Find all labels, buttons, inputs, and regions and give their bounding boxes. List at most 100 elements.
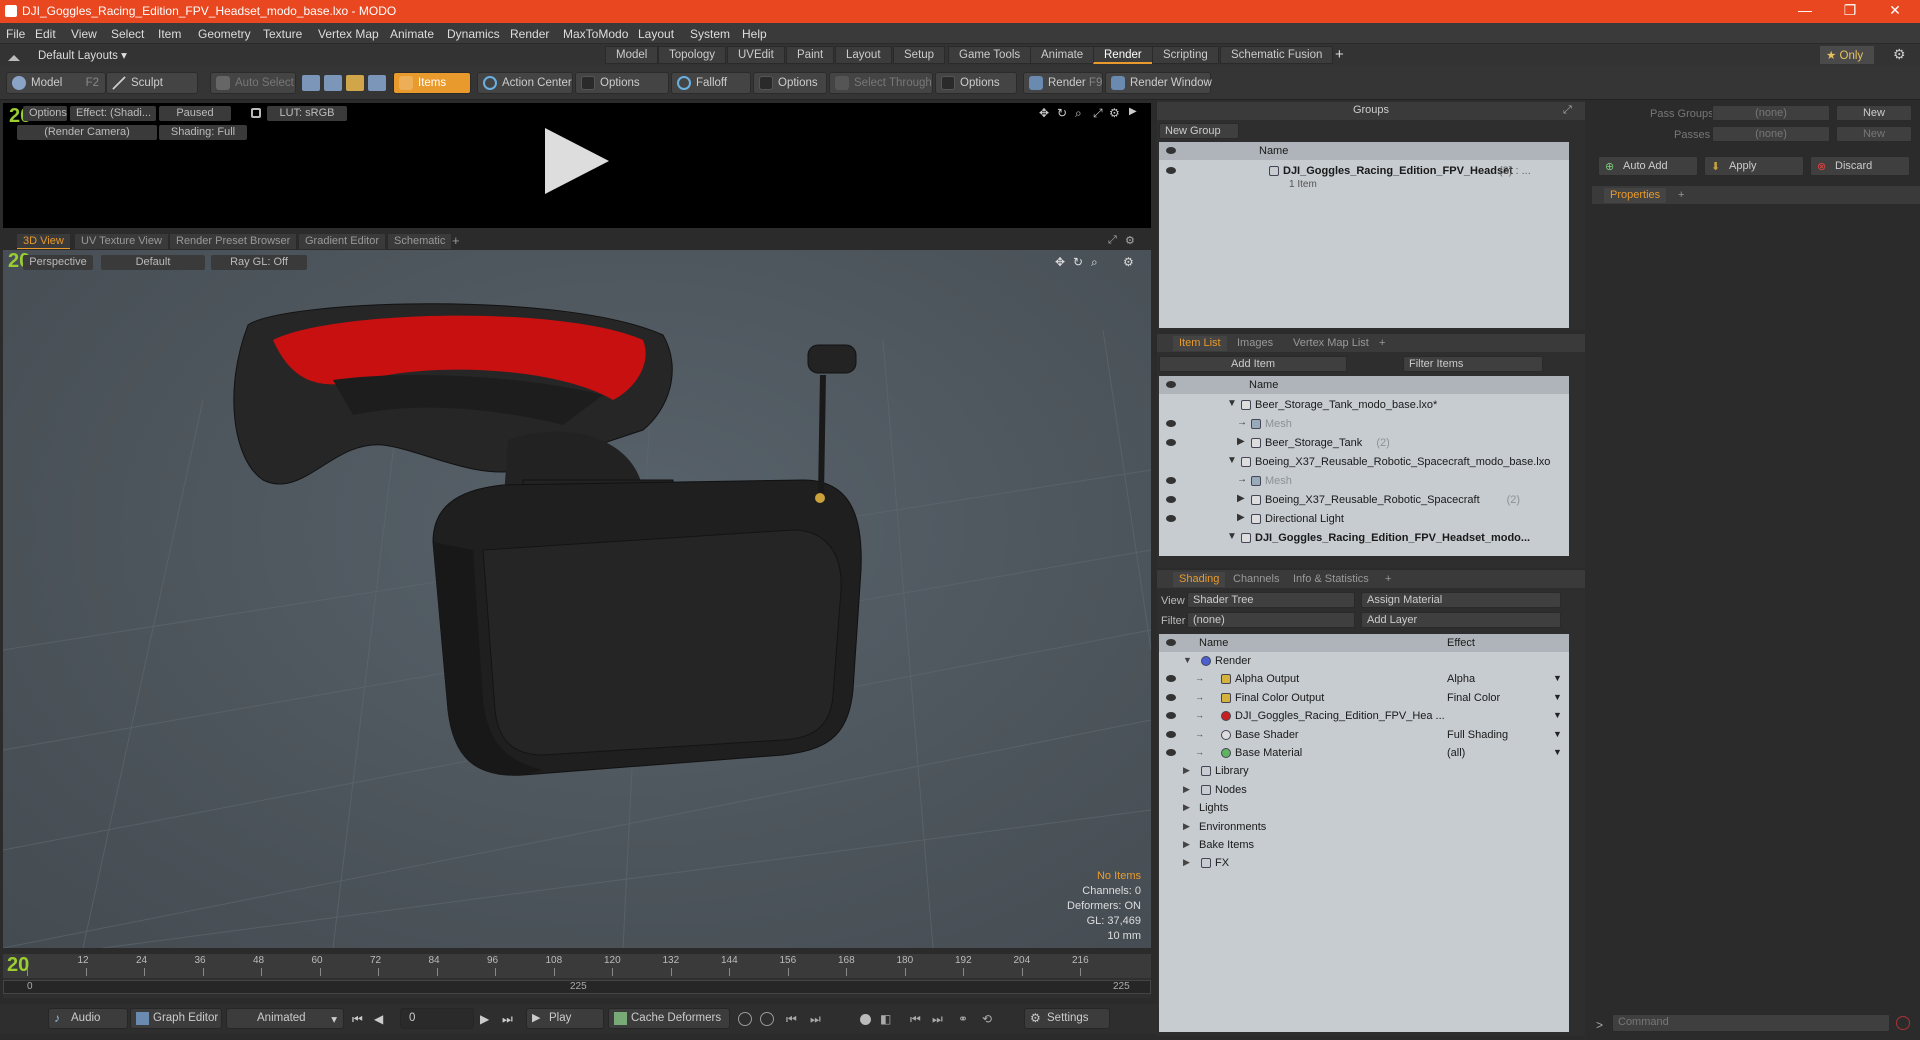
- effect-dropdown-arrow-icon[interactable]: ▼: [1553, 692, 1562, 702]
- vertices-mode-icon[interactable]: [302, 75, 320, 91]
- viewport-gear-icon[interactable]: ⚙: [1125, 234, 1135, 247]
- maximize-viewport-icon[interactable]: ⤢: [1108, 234, 1117, 247]
- item-list[interactable]: Name ▼ Beer_Storage_Tank_modo_base.lxo* → M…: [1159, 376, 1569, 556]
- tab-schematic[interactable]: Schematic: [388, 234, 452, 249]
- tab-vertex-map-list[interactable]: Vertex Map List: [1287, 336, 1375, 351]
- raygl-dropdown[interactable]: Ray GL: Off: [211, 255, 307, 270]
- menu-geometry[interactable]: Geometry: [198, 27, 251, 41]
- viewport-options-icon[interactable]: ⚙: [1123, 255, 1134, 269]
- eye-icon[interactable]: [1166, 749, 1176, 756]
- viewport-3d[interactable]: 20 Perspective Default Ray GL: Off ✥ ↻ ⌕…: [3, 250, 1151, 948]
- expand-triangle-icon[interactable]: ▶: [1237, 493, 1245, 504]
- maximize-view-icon[interactable]: ⤢: [1093, 106, 1103, 121]
- add-layer-dropdown[interactable]: Add Layer: [1361, 612, 1561, 628]
- only-button[interactable]: ★ Only: [1820, 46, 1874, 64]
- command-input[interactable]: Command: [1612, 1014, 1890, 1032]
- item-list-row[interactable]: ▶ Boeing_X37_Reusable_Robotic_Spacecraft (…: [1159, 491, 1569, 509]
- tab-uvedit[interactable]: UVEdit: [727, 46, 785, 64]
- expand-triangle-icon[interactable]: ▶: [1183, 821, 1190, 832]
- menu-file[interactable]: File: [6, 27, 25, 41]
- expand-arrow-icon[interactable]: ▶: [1129, 106, 1137, 117]
- tab-uv-texture-view[interactable]: UV Texture View: [75, 234, 168, 249]
- action-center-options-button[interactable]: Options: [575, 72, 669, 94]
- tab-schematic-fusion[interactable]: Schematic Fusion: [1220, 46, 1334, 64]
- select-through-button[interactable]: Select Through: [829, 72, 933, 94]
- add-item-button[interactable]: Add Item: [1159, 356, 1347, 372]
- item-list-row[interactable]: ▼ Beer_Storage_Tank_modo_base.lxo*: [1159, 396, 1569, 414]
- auto-add-button[interactable]: ⊕ Auto Add: [1598, 156, 1698, 176]
- new-pass-button[interactable]: New: [1836, 126, 1912, 142]
- effect-value[interactable]: Full Shading: [1447, 729, 1508, 741]
- tab-images[interactable]: Images: [1231, 336, 1279, 351]
- add-item-tab-button[interactable]: +: [1373, 336, 1391, 351]
- menu-vertex-map[interactable]: Vertex Map: [318, 27, 379, 41]
- expand-triangle-icon[interactable]: ▶: [1183, 857, 1190, 868]
- play-icon[interactable]: [545, 128, 609, 194]
- frame-input[interactable]: 0: [400, 1008, 474, 1029]
- effect-dropdown-arrow-icon[interactable]: ▼: [1553, 747, 1562, 757]
- scene-canvas[interactable]: [3, 250, 1151, 948]
- expand-triangle-icon[interactable]: →: [1195, 710, 1204, 720]
- eye-icon[interactable]: [1166, 712, 1176, 720]
- discard-button[interactable]: ⊗ Discard: [1810, 156, 1910, 176]
- step-back-icon[interactable]: ◀: [374, 1012, 383, 1026]
- tab-topology[interactable]: Topology: [658, 46, 727, 64]
- tab-setup[interactable]: Setup: [893, 46, 946, 64]
- shader-row[interactable]: ▶ Bake Items: [1159, 836, 1569, 854]
- item-list-row[interactable]: → Mesh: [1159, 415, 1569, 433]
- record-icon[interactable]: [860, 1014, 871, 1025]
- view-dropdown[interactable]: Shader Tree: [1187, 592, 1355, 608]
- zoom-icon[interactable]: ⌕: [1091, 255, 1098, 270]
- minimize-button[interactable]: —: [1785, 2, 1825, 18]
- eye-icon[interactable]: [1166, 496, 1176, 503]
- eye-icon[interactable]: [1166, 167, 1176, 174]
- timeline[interactable]: 20 0 225 225 12 24 36 48 60 72 84 96 108 120 132 14…: [3, 954, 1151, 998]
- shader-row[interactable]: → Base Shader Full Shading ▼: [1159, 726, 1569, 744]
- goggles-model[interactable]: [233, 303, 862, 776]
- graph-editor-button[interactable]: Graph Editor: [130, 1008, 222, 1029]
- menu-help[interactable]: Help: [742, 27, 767, 41]
- eye-icon[interactable]: [1166, 515, 1176, 522]
- key-prev-icon[interactable]: ⏮: [910, 1012, 921, 1027]
- tab-layout[interactable]: Layout: [835, 46, 892, 64]
- expand-triangle-icon[interactable]: →: [1195, 747, 1204, 757]
- expand-triangle-icon[interactable]: ▶: [1183, 765, 1190, 776]
- tab-paint[interactable]: Paint: [786, 46, 835, 64]
- lock-icon[interactable]: [251, 108, 261, 118]
- move-view-icon[interactable]: ✥: [1039, 106, 1049, 120]
- style-dropdown[interactable]: Default: [101, 255, 205, 270]
- tab-render[interactable]: Render: [1093, 46, 1153, 64]
- item-list-row[interactable]: ▶ Beer_Storage_Tank (2): [1159, 434, 1569, 452]
- key-next-icon[interactable]: ⏭: [932, 1012, 943, 1027]
- shader-row[interactable]: → Final Color Output Final Color ▼: [1159, 689, 1569, 707]
- add-shading-tab-button[interactable]: +: [1379, 572, 1397, 587]
- expand-triangle-icon[interactable]: ▶: [1183, 784, 1190, 795]
- tab-animate[interactable]: Animate: [1030, 46, 1095, 64]
- effect-value[interactable]: Alpha: [1447, 673, 1475, 685]
- effect-dropdown-arrow-icon[interactable]: ▼: [1553, 729, 1562, 739]
- key-icon[interactable]: [738, 1012, 752, 1026]
- menu-item[interactable]: Item: [158, 27, 181, 41]
- select-options-button[interactable]: Options: [935, 72, 1017, 94]
- expand-triangle-icon[interactable]: →: [1195, 673, 1204, 683]
- passes-dropdown[interactable]: (none): [1712, 126, 1830, 142]
- connector-icon[interactable]: →: [1237, 417, 1247, 428]
- action-center-button[interactable]: Action Center: [477, 72, 573, 94]
- link-icon[interactable]: ⚭: [958, 1012, 968, 1026]
- maximize-button[interactable]: ❐: [1830, 2, 1870, 19]
- eye-icon[interactable]: [1166, 477, 1176, 484]
- sync-icon[interactable]: ⟲: [982, 1012, 992, 1026]
- connector-icon[interactable]: →: [1237, 474, 1247, 485]
- step-forward-icon[interactable]: ▶: [480, 1012, 489, 1026]
- pan-icon[interactable]: ✥: [1055, 255, 1065, 269]
- go-start-icon[interactable]: ⏮: [352, 1012, 363, 1027]
- item-list-row[interactable]: → Mesh: [1159, 472, 1569, 490]
- tab-channels[interactable]: Channels: [1227, 572, 1285, 587]
- perspective-dropdown[interactable]: Perspective: [23, 255, 93, 270]
- go-end-icon[interactable]: ⏭: [502, 1012, 513, 1027]
- timeline-ruler[interactable]: [3, 954, 1151, 978]
- add-viewport-tab-button[interactable]: +: [452, 233, 460, 248]
- new-pass-group-button[interactable]: New: [1836, 105, 1912, 121]
- groups-expand-icon[interactable]: ⤢: [1563, 104, 1572, 117]
- expand-triangle-icon[interactable]: ▶: [1183, 839, 1190, 850]
